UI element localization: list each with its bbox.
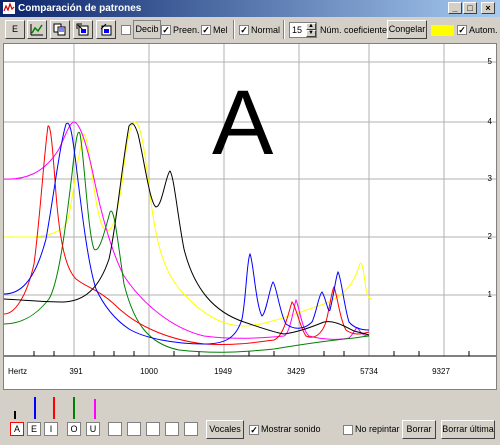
x-tick: 3429: [287, 367, 305, 376]
decib-label[interactable]: Decib: [133, 20, 161, 39]
chart-tool-icon: [30, 24, 43, 36]
mostrar-sonido-checkbox[interactable]: ✓: [249, 425, 259, 435]
y-tick: 5: [488, 57, 493, 66]
x-tick: 391: [69, 367, 83, 376]
x-tick: 9327: [432, 367, 450, 376]
close-button[interactable]: ×: [481, 2, 495, 14]
congelar-button[interactable]: Congelar: [387, 20, 427, 39]
highlight-color-swatch[interactable]: [431, 25, 454, 36]
e-button[interactable]: E: [5, 20, 25, 39]
decib-checkbox[interactable]: [121, 25, 131, 35]
vowel-color-bar: [34, 397, 36, 419]
spin-up-icon[interactable]: ▲: [306, 23, 316, 30]
mostrar-sonido-label: Mostrar sonido: [261, 424, 321, 434]
maximize-button[interactable]: □: [463, 2, 477, 14]
no-repintar-checkbox[interactable]: [343, 425, 353, 435]
autom-checkbox[interactable]: ✓: [457, 25, 467, 35]
vowel-box-i[interactable]: I: [44, 422, 58, 436]
title-bar: Comparación de patrones _ □ ×: [0, 0, 500, 17]
x-axis-ticks: [33, 351, 470, 356]
copy-icon: [53, 23, 66, 36]
x-tick: 5734: [360, 367, 378, 376]
vowel-box-empty[interactable]: [184, 422, 198, 436]
x-tick: 1949: [214, 367, 232, 376]
vocales-button[interactable]: Vocales: [206, 420, 244, 439]
current-vowel-letter: A: [212, 72, 274, 174]
vowel-color-bar: [53, 397, 55, 419]
import-button[interactable]: [96, 20, 116, 39]
mel-label: Mel: [213, 25, 228, 35]
coef-label: Núm. coeficientes: [320, 25, 392, 35]
y-tick: 4: [488, 117, 493, 126]
vowel-box-empty[interactable]: [146, 422, 160, 436]
x-axis-unit: Hertz: [8, 367, 27, 376]
window-title: Comparación de patrones: [18, 3, 142, 14]
normal-checkbox[interactable]: ✓: [239, 25, 249, 35]
export-icon: [76, 23, 89, 36]
y-tick: 3: [488, 174, 493, 183]
vowel-color-bar: [73, 397, 75, 419]
preen-label: Preen.: [173, 25, 200, 35]
vowel-box-empty[interactable]: [127, 422, 141, 436]
no-repintar-label: No repintar: [355, 424, 400, 434]
y-tick: 1: [488, 290, 493, 299]
spectrum-plot[interactable]: A 5 4 3 2 1 Hertz 391 1000 1949 3429 573…: [3, 43, 497, 390]
x-tick: 1000: [140, 367, 158, 376]
minimize-button[interactable]: _: [448, 2, 462, 14]
toolbar-separator: [283, 20, 285, 39]
normal-label: Normal: [251, 25, 281, 35]
toolbar: E Decib ✓ Preen. ✓ Mel ✓ Normal 15 ▲ ▼ N…: [0, 17, 500, 43]
spectrum-chart: A 5 4 3 2 1 Hertz 391 1000 1949 3429 573…: [4, 44, 496, 376]
y-tick: 2: [488, 232, 493, 241]
coef-spinner[interactable]: 15 ▲ ▼: [289, 22, 317, 38]
vowel-box-e[interactable]: E: [27, 422, 41, 436]
mel-checkbox[interactable]: ✓: [201, 25, 211, 35]
toolbar-separator: [233, 20, 235, 39]
vowel-box-o[interactable]: O: [67, 422, 81, 436]
vowel-color-bar: [94, 399, 96, 419]
borrar-ultima-button[interactable]: Borrar última: [441, 420, 495, 439]
coef-value: 15: [292, 25, 303, 35]
curve-black: [4, 123, 370, 336]
vowel-box-u[interactable]: U: [86, 422, 100, 436]
vowel-box-a[interactable]: A: [10, 422, 24, 436]
vowel-color-bar: [14, 411, 16, 419]
autom-label: Autom.: [469, 25, 498, 35]
copy-button[interactable]: [50, 20, 70, 39]
spin-down-icon[interactable]: ▼: [306, 30, 316, 37]
export-button[interactable]: [73, 20, 93, 39]
curve-green: [4, 131, 370, 353]
curve-blue: [4, 122, 370, 345]
preen-checkbox[interactable]: ✓: [161, 25, 171, 35]
import-icon: [100, 23, 112, 36]
borrar-button[interactable]: Borrar: [402, 420, 436, 439]
vowel-box-empty[interactable]: [165, 422, 179, 436]
bottom-panel: A E I O U Vocales ✓ Mostrar sonido No re…: [0, 390, 500, 445]
chart-tool-button[interactable]: [27, 20, 47, 39]
vowel-box-empty[interactable]: [108, 422, 122, 436]
app-icon: [3, 2, 15, 14]
